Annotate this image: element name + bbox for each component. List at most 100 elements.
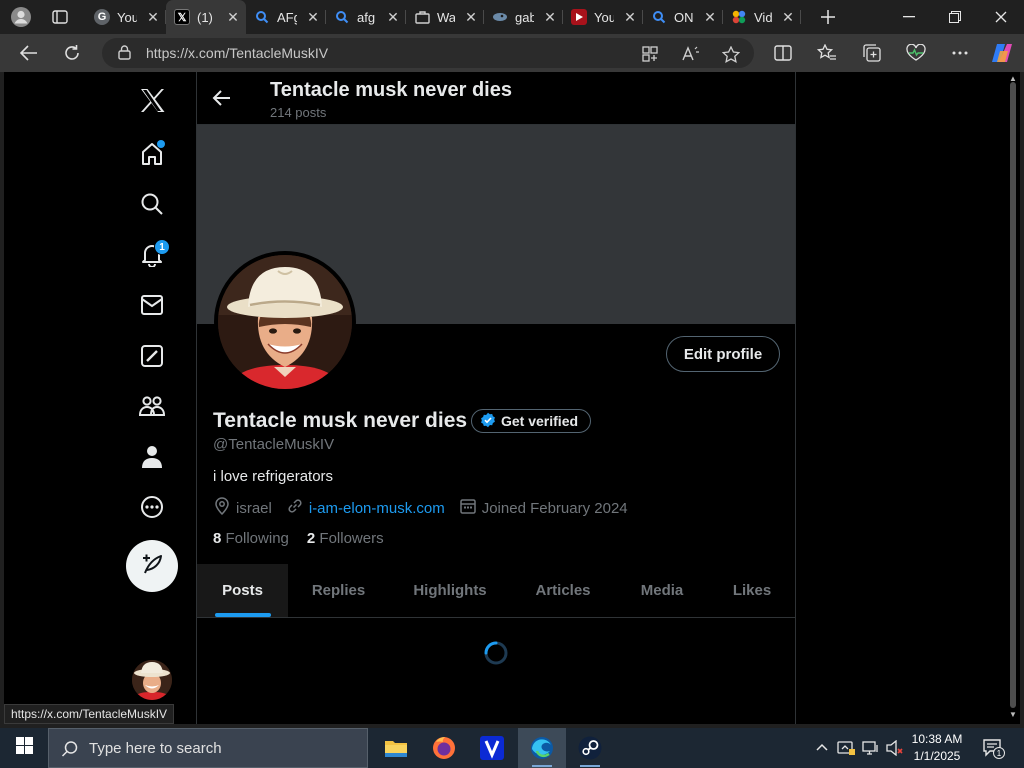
restore-button[interactable]	[932, 0, 978, 34]
minimize-button[interactable]	[886, 0, 932, 34]
following-count: 8	[213, 530, 222, 547]
browser-tab[interactable]: G You ✕	[86, 0, 166, 34]
more-icon[interactable]	[127, 485, 177, 529]
close-tab-icon[interactable]: ✕	[621, 9, 639, 26]
lock-icon[interactable]	[118, 45, 131, 63]
followers-link[interactable]: 2 Followers	[307, 530, 384, 547]
notifications-badge: 1	[154, 239, 170, 255]
copilot-icon[interactable]	[987, 38, 1017, 68]
grok-icon[interactable]	[127, 334, 177, 378]
close-tab-icon[interactable]: ✕	[224, 9, 242, 26]
tab-highlights[interactable]: Highlights	[389, 564, 511, 617]
location-text: israel	[236, 499, 272, 517]
following-link[interactable]: 8 Following	[213, 530, 289, 547]
scrollbar-thumb[interactable]	[1010, 82, 1016, 708]
favorites-icon[interactable]	[812, 38, 842, 68]
home-unread-dot	[157, 140, 165, 148]
joined-text: Joined February 2024	[481, 499, 628, 517]
browser-tab[interactable]: gab ✕	[484, 0, 563, 34]
close-tab-icon[interactable]: ✕	[462, 9, 480, 26]
website-link[interactable]: i-am-elon-musk.com	[309, 500, 445, 517]
communities-icon[interactable]	[127, 384, 177, 428]
search-icon	[254, 9, 270, 25]
firefox-icon[interactable]	[420, 728, 468, 768]
favorite-star-icon[interactable]	[721, 45, 741, 63]
browser-tab[interactable]: afg ✕	[326, 0, 406, 34]
explore-icon[interactable]	[127, 182, 177, 226]
edge-icon[interactable]	[518, 728, 566, 768]
apps-icon[interactable]	[642, 46, 660, 62]
browser-tab[interactable]: You ✕	[563, 0, 643, 34]
followers-count: 2	[306, 530, 316, 547]
address-bar[interactable]: https://x.com/TentacleMuskIV	[102, 38, 754, 68]
taskbar-search-box[interactable]: Type here to search	[48, 728, 368, 768]
show-hidden-icons-chevron[interactable]	[815, 740, 829, 759]
browser-tab[interactable]: Vid ✕	[723, 0, 801, 34]
profile-handle: @TentacleMuskIV	[213, 436, 335, 453]
tab-likes[interactable]: Likes	[709, 564, 795, 617]
home-icon[interactable]	[127, 132, 177, 176]
split-screen-icon[interactable]	[768, 38, 798, 68]
new-tab-button[interactable]	[814, 3, 842, 31]
profile-avatar[interactable]	[214, 251, 356, 393]
tab-replies[interactable]: Replies	[288, 564, 389, 617]
web-page: 1 Tentacle musk never dies 214 posts Edi…	[4, 72, 1006, 724]
tab-media[interactable]: Media	[615, 564, 709, 617]
browser-tab[interactable]: Wa ✕	[406, 0, 484, 34]
close-tab-icon[interactable]: ✕	[304, 9, 322, 26]
start-button[interactable]	[0, 728, 48, 768]
notifications-icon[interactable]: 1	[127, 233, 177, 277]
windows-taskbar: Type here to search 10:38 AM 1/1/2025 1	[0, 728, 1024, 768]
collections-icon[interactable]	[857, 38, 887, 68]
tab-actions-icon[interactable]	[46, 5, 74, 29]
profile-header-bar: Tentacle musk never dies 214 posts	[197, 72, 795, 125]
x-logo-icon[interactable]	[127, 78, 177, 122]
account-avatar[interactable]	[132, 660, 172, 700]
back-arrow-icon[interactable]	[211, 86, 235, 115]
clock-date: 1/1/2025	[913, 749, 961, 763]
x-logo-icon: 𝕏	[174, 9, 190, 25]
vivaldi-icon[interactable]	[468, 728, 516, 768]
browser-essentials-icon[interactable]	[901, 38, 931, 68]
verified-badge-icon	[480, 412, 496, 431]
colorful-icon	[731, 9, 747, 25]
close-tab-icon[interactable]: ✕	[701, 9, 719, 26]
close-tab-icon[interactable]: ✕	[779, 9, 797, 26]
location-pin-icon	[213, 497, 231, 519]
get-verified-button[interactable]: Get verified	[471, 409, 592, 433]
follow-stats: 8 Following 2 Followers	[213, 530, 384, 547]
tab-posts[interactable]: Posts	[197, 564, 288, 617]
close-tab-icon[interactable]: ✕	[384, 9, 402, 26]
browser-tab-active[interactable]: 𝕏 (1) ✕	[166, 0, 246, 34]
search-placeholder: Type here to search	[89, 739, 222, 757]
refresh-button[interactable]	[57, 38, 87, 68]
messages-icon[interactable]	[127, 283, 177, 327]
read-aloud-icon[interactable]	[682, 46, 700, 62]
tab-articles[interactable]: Articles	[511, 564, 615, 617]
close-tab-icon[interactable]: ✕	[541, 9, 559, 26]
edit-profile-button[interactable]: Edit profile	[666, 336, 780, 372]
youtube-icon	[571, 9, 587, 25]
network-status-icon[interactable]	[837, 740, 855, 761]
scroll-down-arrow-icon[interactable]: ▼	[1009, 710, 1017, 719]
back-button[interactable]	[14, 38, 44, 68]
profile-icon[interactable]	[127, 435, 177, 479]
notification-center-icon[interactable]: 1	[982, 738, 1005, 763]
browser-tab[interactable]: ON ✕	[643, 0, 723, 34]
close-tab-icon[interactable]: ✕	[144, 9, 162, 26]
page-scrollbar[interactable]: ▲ ▼	[1006, 72, 1020, 724]
system-clock[interactable]: 10:38 AM 1/1/2025	[906, 731, 968, 765]
profile-avatar-button[interactable]	[8, 5, 34, 29]
steam-icon[interactable]	[566, 728, 614, 768]
browser-tab[interactable]: AFg ✕	[246, 0, 326, 34]
windows-logo-icon	[15, 737, 33, 759]
close-window-button[interactable]	[978, 0, 1024, 34]
compose-post-button[interactable]	[126, 540, 178, 592]
volume-muted-icon[interactable]	[886, 739, 904, 761]
feather-plus-icon	[139, 551, 165, 582]
more-menu-icon[interactable]	[945, 38, 975, 68]
screen: G You ✕ 𝕏 (1) ✕ AFg ✕ afg ✕ Wa	[0, 0, 1024, 768]
loading-spinner-icon	[483, 640, 509, 666]
file-explorer-icon[interactable]	[372, 728, 420, 768]
device-icon[interactable]	[862, 740, 880, 761]
